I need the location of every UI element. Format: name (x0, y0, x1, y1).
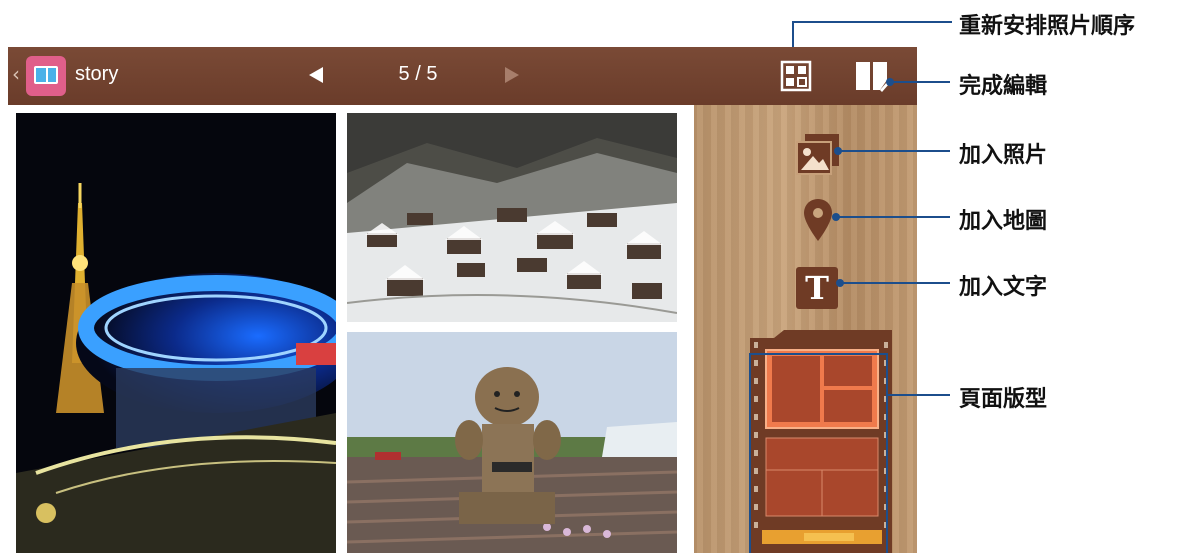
callout-line (792, 21, 794, 47)
callout-page-layout-label: 頁面版型 (959, 387, 1048, 412)
callout-finish-label: 完成編輯 (959, 74, 1048, 99)
map-pin-icon (804, 199, 832, 241)
rearrange-photos-button[interactable] (780, 60, 812, 92)
callout-bracket (749, 353, 888, 355)
page-layout-strip[interactable] (744, 330, 902, 553)
device-screen: ‹ story 5 / 5 T (8, 47, 917, 553)
callout-line (840, 282, 950, 284)
photo-album-app-icon[interactable] (26, 56, 66, 96)
page-canvas (8, 105, 694, 553)
grid-rearrange-icon (780, 60, 812, 92)
photo-straw-figure[interactable] (347, 332, 677, 553)
layout-thumb[interactable] (765, 437, 879, 517)
album-title: story (75, 63, 119, 85)
callout-rearrange-label: 重新安排照片順序 (959, 14, 1136, 39)
callout-add-photo-label: 加入照片 (959, 143, 1048, 168)
layout-thumb-selected[interactable] (765, 349, 879, 429)
back-chevron-icon[interactable]: ‹ (12, 64, 20, 84)
callout-line (836, 216, 950, 218)
callout-bracket (749, 353, 751, 553)
callout-add-map-label: 加入地圖 (959, 209, 1048, 234)
photo-snow-village[interactable] (347, 113, 677, 322)
top-action-bar: ‹ story 5 / 5 (8, 47, 917, 105)
callout-add-text-label: 加入文字 (959, 275, 1048, 300)
add-map-button[interactable] (804, 199, 832, 241)
finish-editing-button[interactable] (854, 60, 890, 92)
tool-side-panel: T (694, 105, 917, 553)
callout-line (792, 21, 952, 23)
page-indicator: 5 / 5 (398, 63, 438, 85)
next-page-icon[interactable] (505, 67, 519, 83)
callout-line (890, 81, 950, 83)
callout-line (888, 394, 950, 396)
add-photo-icon (796, 134, 839, 175)
callout-bracket (886, 353, 888, 553)
previous-page-icon[interactable] (309, 67, 323, 83)
book-edit-icon (856, 62, 889, 92)
photo-night-tower[interactable] (16, 113, 336, 553)
add-photo-button[interactable] (795, 132, 841, 176)
add-text-button[interactable]: T (796, 267, 838, 309)
callout-line (838, 150, 950, 152)
